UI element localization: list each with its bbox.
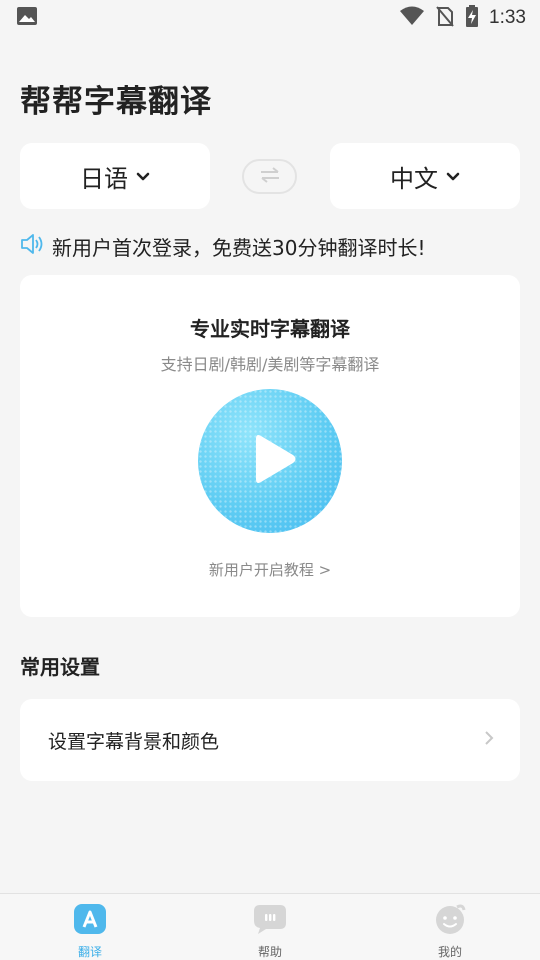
card-subtitle: 支持日剧/韩剧/美剧等字幕翻译 [160,355,380,374]
swap-arrows-icon [259,166,281,188]
status-time: 1:33 [489,7,526,28]
chevron-down-icon [136,167,150,186]
tutorial-link[interactable]: 新用户开启教程 > [20,559,520,580]
subtitle-style-setting[interactable]: 设置字幕背景和颜色 [20,699,520,781]
nav-label-help: 帮助 [257,945,282,959]
battery-charging-icon [465,5,479,31]
settings-section-title: 常用设置 [20,655,100,679]
chevron-right-icon [484,730,494,750]
start-translation-button[interactable] [198,389,342,533]
speaker-icon [20,233,44,259]
nav-item-mine[interactable]: 我的 [360,894,540,960]
chevron-down-icon [446,167,460,186]
swap-languages-button[interactable] [242,159,297,194]
status-bar: 1:33 [0,0,540,36]
nav-label-mine: 我的 [437,945,462,959]
translate-icon [73,903,107,939]
nav-item-help[interactable]: 帮助 [180,894,360,960]
target-language-label: 中文 [390,164,438,193]
page-title: 帮帮字幕翻译 [20,84,212,120]
source-language-select[interactable]: 日语 [20,143,210,209]
promo-notice: 新用户首次登录，免费送30分钟翻译时长! [20,230,425,262]
target-language-select[interactable]: 中文 [330,143,520,209]
smiley-icon [433,903,467,939]
image-icon [16,6,38,30]
nav-item-translate[interactable]: 翻译 [0,894,180,960]
card-title: 专业实时字幕翻译 [190,317,350,341]
source-language-label: 日语 [80,164,128,193]
promo-notice-text: 新用户首次登录，免费送30分钟翻译时长! [52,235,426,260]
wifi-icon [399,6,425,30]
no-sim-icon [435,5,455,31]
nav-label-translate: 翻译 [77,945,102,959]
bottom-nav: 翻译 帮助 我的 [0,893,540,960]
subtitle-style-setting-label: 设置字幕背景和颜色 [48,730,220,753]
realtime-translate-card: 专业实时字幕翻译 支持日剧/韩剧/美剧等字幕翻译 新用户开启教程 > [20,275,520,617]
chat-bubble-icon [252,903,288,939]
